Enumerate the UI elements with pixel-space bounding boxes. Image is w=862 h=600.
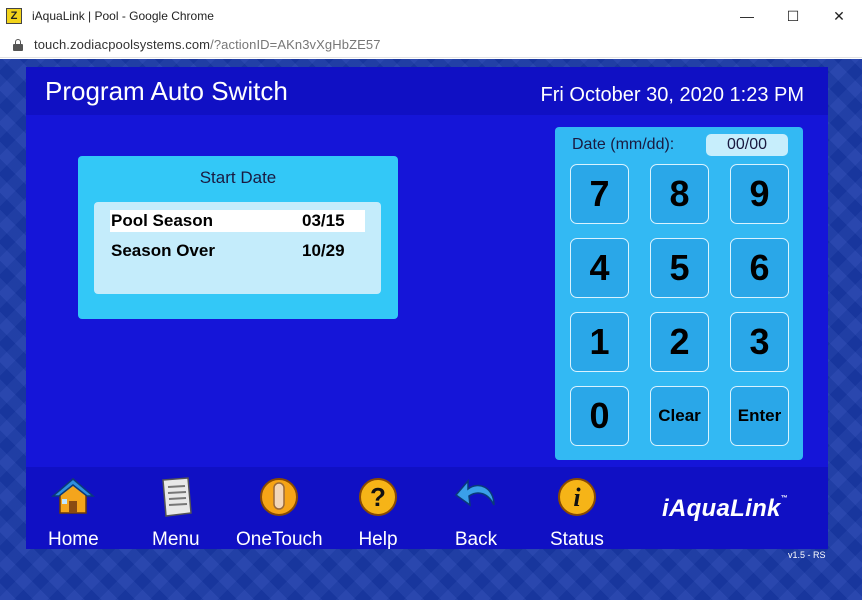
help-icon: ? <box>356 475 400 519</box>
season-date: 10/29 <box>302 241 345 260</box>
lock-icon[interactable] <box>13 38 23 51</box>
nav-label: Home <box>48 529 99 550</box>
minimize-button[interactable]: — <box>724 0 770 32</box>
app-panel: Program Auto Switch Fri October 30, 2020… <box>26 67 828 551</box>
close-button[interactable]: ✕ <box>816 0 862 32</box>
page-title: Program Auto Switch <box>45 76 288 106</box>
back-icon <box>454 475 498 519</box>
start-date-panel: Start Date Pool Season 03/15 Season Over… <box>78 156 398 319</box>
status-icon: i <box>555 475 599 519</box>
bottom-nav: Home Menu OneTouch ? Help Back i Status … <box>26 467 828 551</box>
address-bar[interactable]: touch.zodiacpoolsystems.com/?actionID=AK… <box>0 32 862 58</box>
url-host: touch.zodiacpoolsystems.com <box>34 37 211 52</box>
nav-status[interactable]: i Status <box>550 475 604 551</box>
browser-title-bar: Z iAquaLink | Pool - Google Chrome — ☐ ✕ <box>0 0 862 32</box>
window-controls: — ☐ ✕ <box>724 0 862 32</box>
season-name: Season Over <box>111 241 215 260</box>
season-row-season-over[interactable]: Season Over 10/29 <box>110 240 365 262</box>
nav-label: OneTouch <box>236 529 323 550</box>
key-0[interactable]: 0 <box>570 386 629 446</box>
nav-label: Back <box>454 529 498 550</box>
enter-button[interactable]: Enter <box>730 386 789 446</box>
key-2[interactable]: 2 <box>650 312 709 372</box>
season-list: Pool Season 03/15 Season Over 10/29 <box>94 202 381 294</box>
url-path: /?actionID=AKn3vXgHbZE57 <box>210 37 381 52</box>
onetouch-icon <box>257 475 301 519</box>
season-date: 03/15 <box>302 211 345 230</box>
svg-text:i: i <box>573 483 581 512</box>
key-9[interactable]: 9 <box>730 164 789 224</box>
page-background: Program Auto Switch Fri October 30, 2020… <box>0 59 862 600</box>
key-6[interactable]: 6 <box>730 238 789 298</box>
date-time: Fri October 30, 2020 1:23 PM <box>540 84 804 106</box>
key-7[interactable]: 7 <box>570 164 629 224</box>
window-title: iAquaLink | Pool - Google Chrome <box>32 9 214 23</box>
nav-label: Status <box>550 529 604 550</box>
nav-back[interactable]: Back <box>454 475 498 551</box>
keypad-display: 00/00 <box>706 134 788 156</box>
maximize-button[interactable]: ☐ <box>770 0 816 32</box>
keypad-label: Date (mm/dd): <box>572 136 675 153</box>
season-row-pool-season[interactable]: Pool Season 03/15 <box>110 210 365 232</box>
brand-tm: ™ <box>780 495 789 502</box>
start-date-title: Start Date <box>199 168 277 187</box>
home-icon <box>51 475 96 519</box>
nav-onetouch[interactable]: OneTouch <box>236 475 323 551</box>
key-1[interactable]: 1 <box>570 312 629 372</box>
nav-home[interactable]: Home <box>48 475 99 551</box>
iaqualink-logo: iAquaLink™ <box>662 489 822 529</box>
season-name: Pool Season <box>111 211 214 230</box>
url-text[interactable]: touch.zodiacpoolsystems.com/?actionID=AK… <box>34 37 381 52</box>
clear-button[interactable]: Clear <box>650 386 709 446</box>
keypad-panel: Date (mm/dd): 00/00 7 8 9 4 5 6 1 2 3 0 … <box>555 127 803 460</box>
zodiac-logo-icon: Z <box>6 8 22 24</box>
nav-menu[interactable]: Menu <box>152 475 200 551</box>
key-3[interactable]: 3 <box>730 312 789 372</box>
nav-label: Menu <box>152 529 200 550</box>
nav-label: Help <box>358 529 398 550</box>
nav-help[interactable]: ? Help <box>356 475 400 551</box>
key-4[interactable]: 4 <box>570 238 629 298</box>
key-8[interactable]: 8 <box>650 164 709 224</box>
svg-text:?: ? <box>370 482 386 512</box>
version-label: v1.5 - RS <box>788 550 826 560</box>
menu-icon <box>154 475 198 519</box>
key-5[interactable]: 5 <box>650 238 709 298</box>
brand-name: iAquaLink <box>662 495 781 522</box>
header-bar: Program Auto Switch Fri October 30, 2020… <box>26 67 828 115</box>
